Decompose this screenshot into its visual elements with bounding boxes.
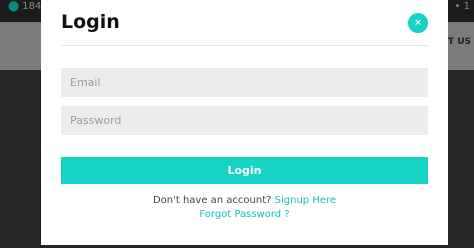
signup-prompt: Don't have an account? Signup Here: [41, 195, 448, 206]
password-field[interactable]: [61, 106, 428, 135]
modal-title: Login: [61, 11, 120, 33]
no-account-text: Don't have an account?: [152, 195, 272, 206]
forgot-password-row: Forgot Password ?: [41, 209, 448, 220]
signup-link[interactable]: Signup Here: [275, 195, 336, 206]
login-modal: Login × Login Don't have an account? Sig…: [41, 0, 448, 245]
forgot-password-link[interactable]: Forgot Password ?: [199, 209, 289, 220]
login-button[interactable]: Login: [61, 157, 428, 184]
title-divider: [61, 45, 428, 46]
close-icon[interactable]: ×: [408, 13, 428, 33]
email-field[interactable]: [61, 68, 428, 97]
